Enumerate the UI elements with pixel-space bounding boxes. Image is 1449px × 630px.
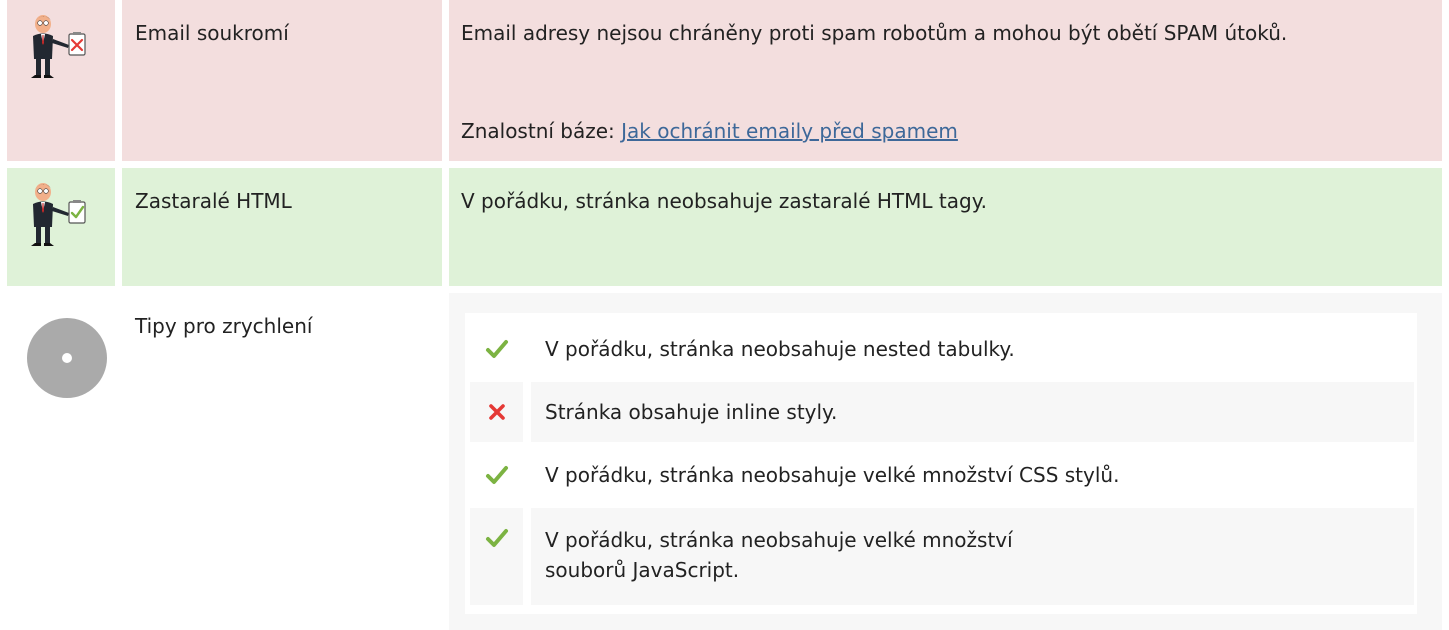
- row-label: Email soukromí: [135, 21, 289, 45]
- green-check-icon: [486, 529, 508, 547]
- label-cell: Zastaralé HTML: [122, 168, 442, 286]
- row-label: Tipy pro zrychlení: [135, 314, 313, 338]
- list-item: Stránka obsahuje inline styly.: [470, 382, 1414, 442]
- row-description: V pořádku, stránka neobsahuje zastaralé …: [461, 189, 988, 213]
- gray-disc-icon: [27, 318, 107, 398]
- list-item: V pořádku, stránka neobsahuje nested tab…: [470, 319, 1414, 380]
- description-cell: Email adresy nejsou chráněny proti spam …: [449, 0, 1442, 161]
- label-cell: Tipy pro zrychlení: [122, 293, 442, 630]
- status-icon-cell: [7, 0, 115, 161]
- tip-mark-cell: [470, 508, 523, 605]
- tip-text: V pořádku, stránka neobsahuje velké množ…: [545, 463, 1120, 487]
- knowledge-base-line: Znalostní báze: Jak ochránit emaily před…: [461, 116, 958, 146]
- knowledge-base-prefix: Znalostní báze:: [461, 119, 622, 143]
- tip-text: Stránka obsahuje inline styly.: [545, 400, 838, 424]
- tip-text: V pořádku, stránka neobsahuje nested tab…: [545, 337, 1015, 361]
- list-item: V pořádku, stránka neobsahuje velké množ…: [470, 508, 1414, 605]
- description-cell: V pořádku, stránka neobsahuje nested tab…: [449, 293, 1442, 630]
- status-icon-cell: [7, 168, 115, 286]
- speed-tips-row: Tipy pro zrychlení V pořádku, stránka ne…: [0, 293, 1449, 630]
- man-holding-green-check-clipboard-icon: [31, 183, 86, 246]
- green-check-icon: [486, 340, 508, 358]
- deprecated-html-row: Zastaralé HTML V pořádku, stránka neobsa…: [0, 168, 1449, 286]
- list-item: V pořádku, stránka neobsahuje velké množ…: [470, 445, 1414, 506]
- status-icon-cell: [7, 293, 115, 630]
- row-label: Zastaralé HTML: [135, 189, 292, 213]
- tip-text: V pořádku, stránka neobsahuje velké množ…: [545, 528, 1013, 582]
- description-cell: V pořádku, stránka neobsahuje zastaralé …: [449, 168, 1442, 286]
- email-privacy-row: Email soukromí Email adresy nejsou chrán…: [0, 0, 1449, 161]
- tips-list: V pořádku, stránka neobsahuje nested tab…: [465, 313, 1417, 614]
- red-cross-icon: [489, 404, 505, 420]
- knowledge-base-link[interactable]: Jak ochránit emaily před spamem: [621, 119, 958, 143]
- green-check-icon: [486, 466, 508, 484]
- label-cell: Email soukromí: [122, 0, 442, 161]
- man-holding-red-cross-clipboard-icon: [31, 15, 86, 78]
- row-description: Email adresy nejsou chráněny proti spam …: [461, 21, 1288, 45]
